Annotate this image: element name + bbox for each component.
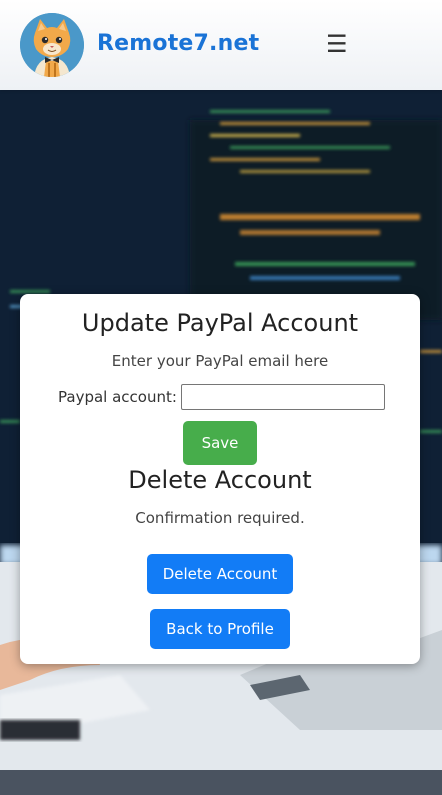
delete-account-button[interactable]: Delete Account [147, 554, 293, 594]
delete-confirmation-text: Confirmation required. [135, 509, 305, 527]
paypal-section-title: Update PayPal Account [81, 309, 359, 337]
hamburger-menu-icon[interactable]: ☰ [326, 30, 348, 58]
paypal-field-row: Paypal account: [58, 383, 385, 411]
paypal-account-label: Paypal account: [58, 388, 177, 406]
delete-section-title: Delete Account [128, 466, 312, 494]
paypal-account-input[interactable] [180, 384, 385, 410]
account-settings-card: Update PayPal Account Enter your PayPal … [20, 294, 420, 664]
save-button[interactable]: Save [183, 421, 257, 465]
paypal-instructions: Enter your PayPal email here [111, 352, 329, 370]
cat-logo-icon[interactable] [20, 13, 84, 77]
site-brand-link[interactable]: Remote7.net [97, 31, 259, 56]
site-header: Remote7.net ☰ [0, 0, 442, 90]
back-to-profile-button[interactable]: Back to Profile [150, 609, 290, 649]
